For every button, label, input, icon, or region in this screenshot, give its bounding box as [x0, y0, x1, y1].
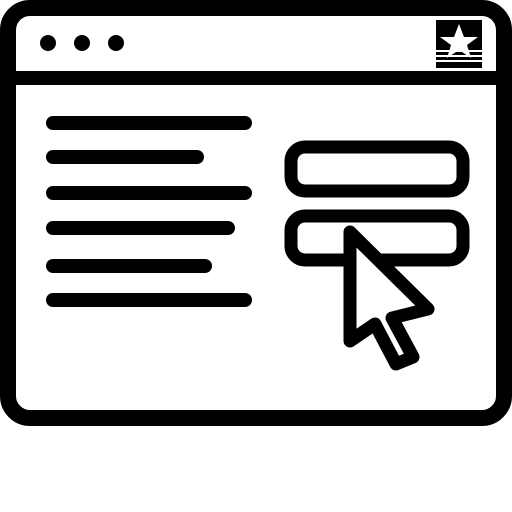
window-dot-1[interactable] [40, 35, 56, 51]
star-logo-icon [436, 20, 482, 68]
browser-window-icon [0, 0, 512, 426]
window-dot-3[interactable] [108, 35, 124, 51]
input-field-1[interactable] [284, 140, 470, 198]
browser-window-illustration [0, 0, 512, 512]
window-dot-2[interactable] [74, 35, 90, 51]
